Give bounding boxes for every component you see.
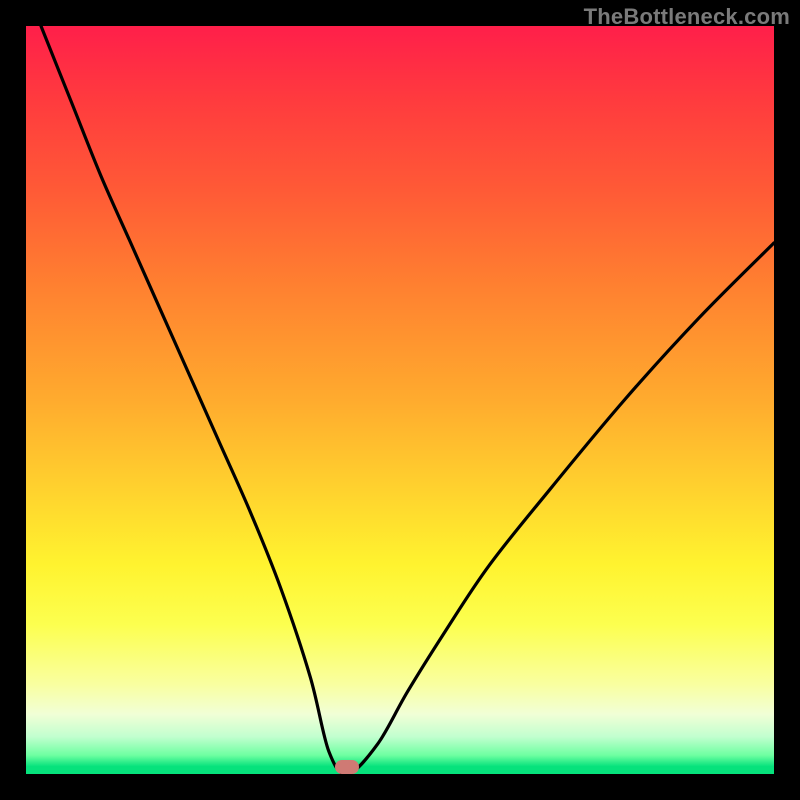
chart-frame: TheBottleneck.com	[0, 0, 800, 800]
optimum-marker	[335, 760, 359, 774]
curve-path	[41, 26, 774, 774]
watermark-text: TheBottleneck.com	[584, 4, 790, 30]
bottleneck-curve	[26, 26, 774, 774]
plot-area	[26, 26, 774, 774]
